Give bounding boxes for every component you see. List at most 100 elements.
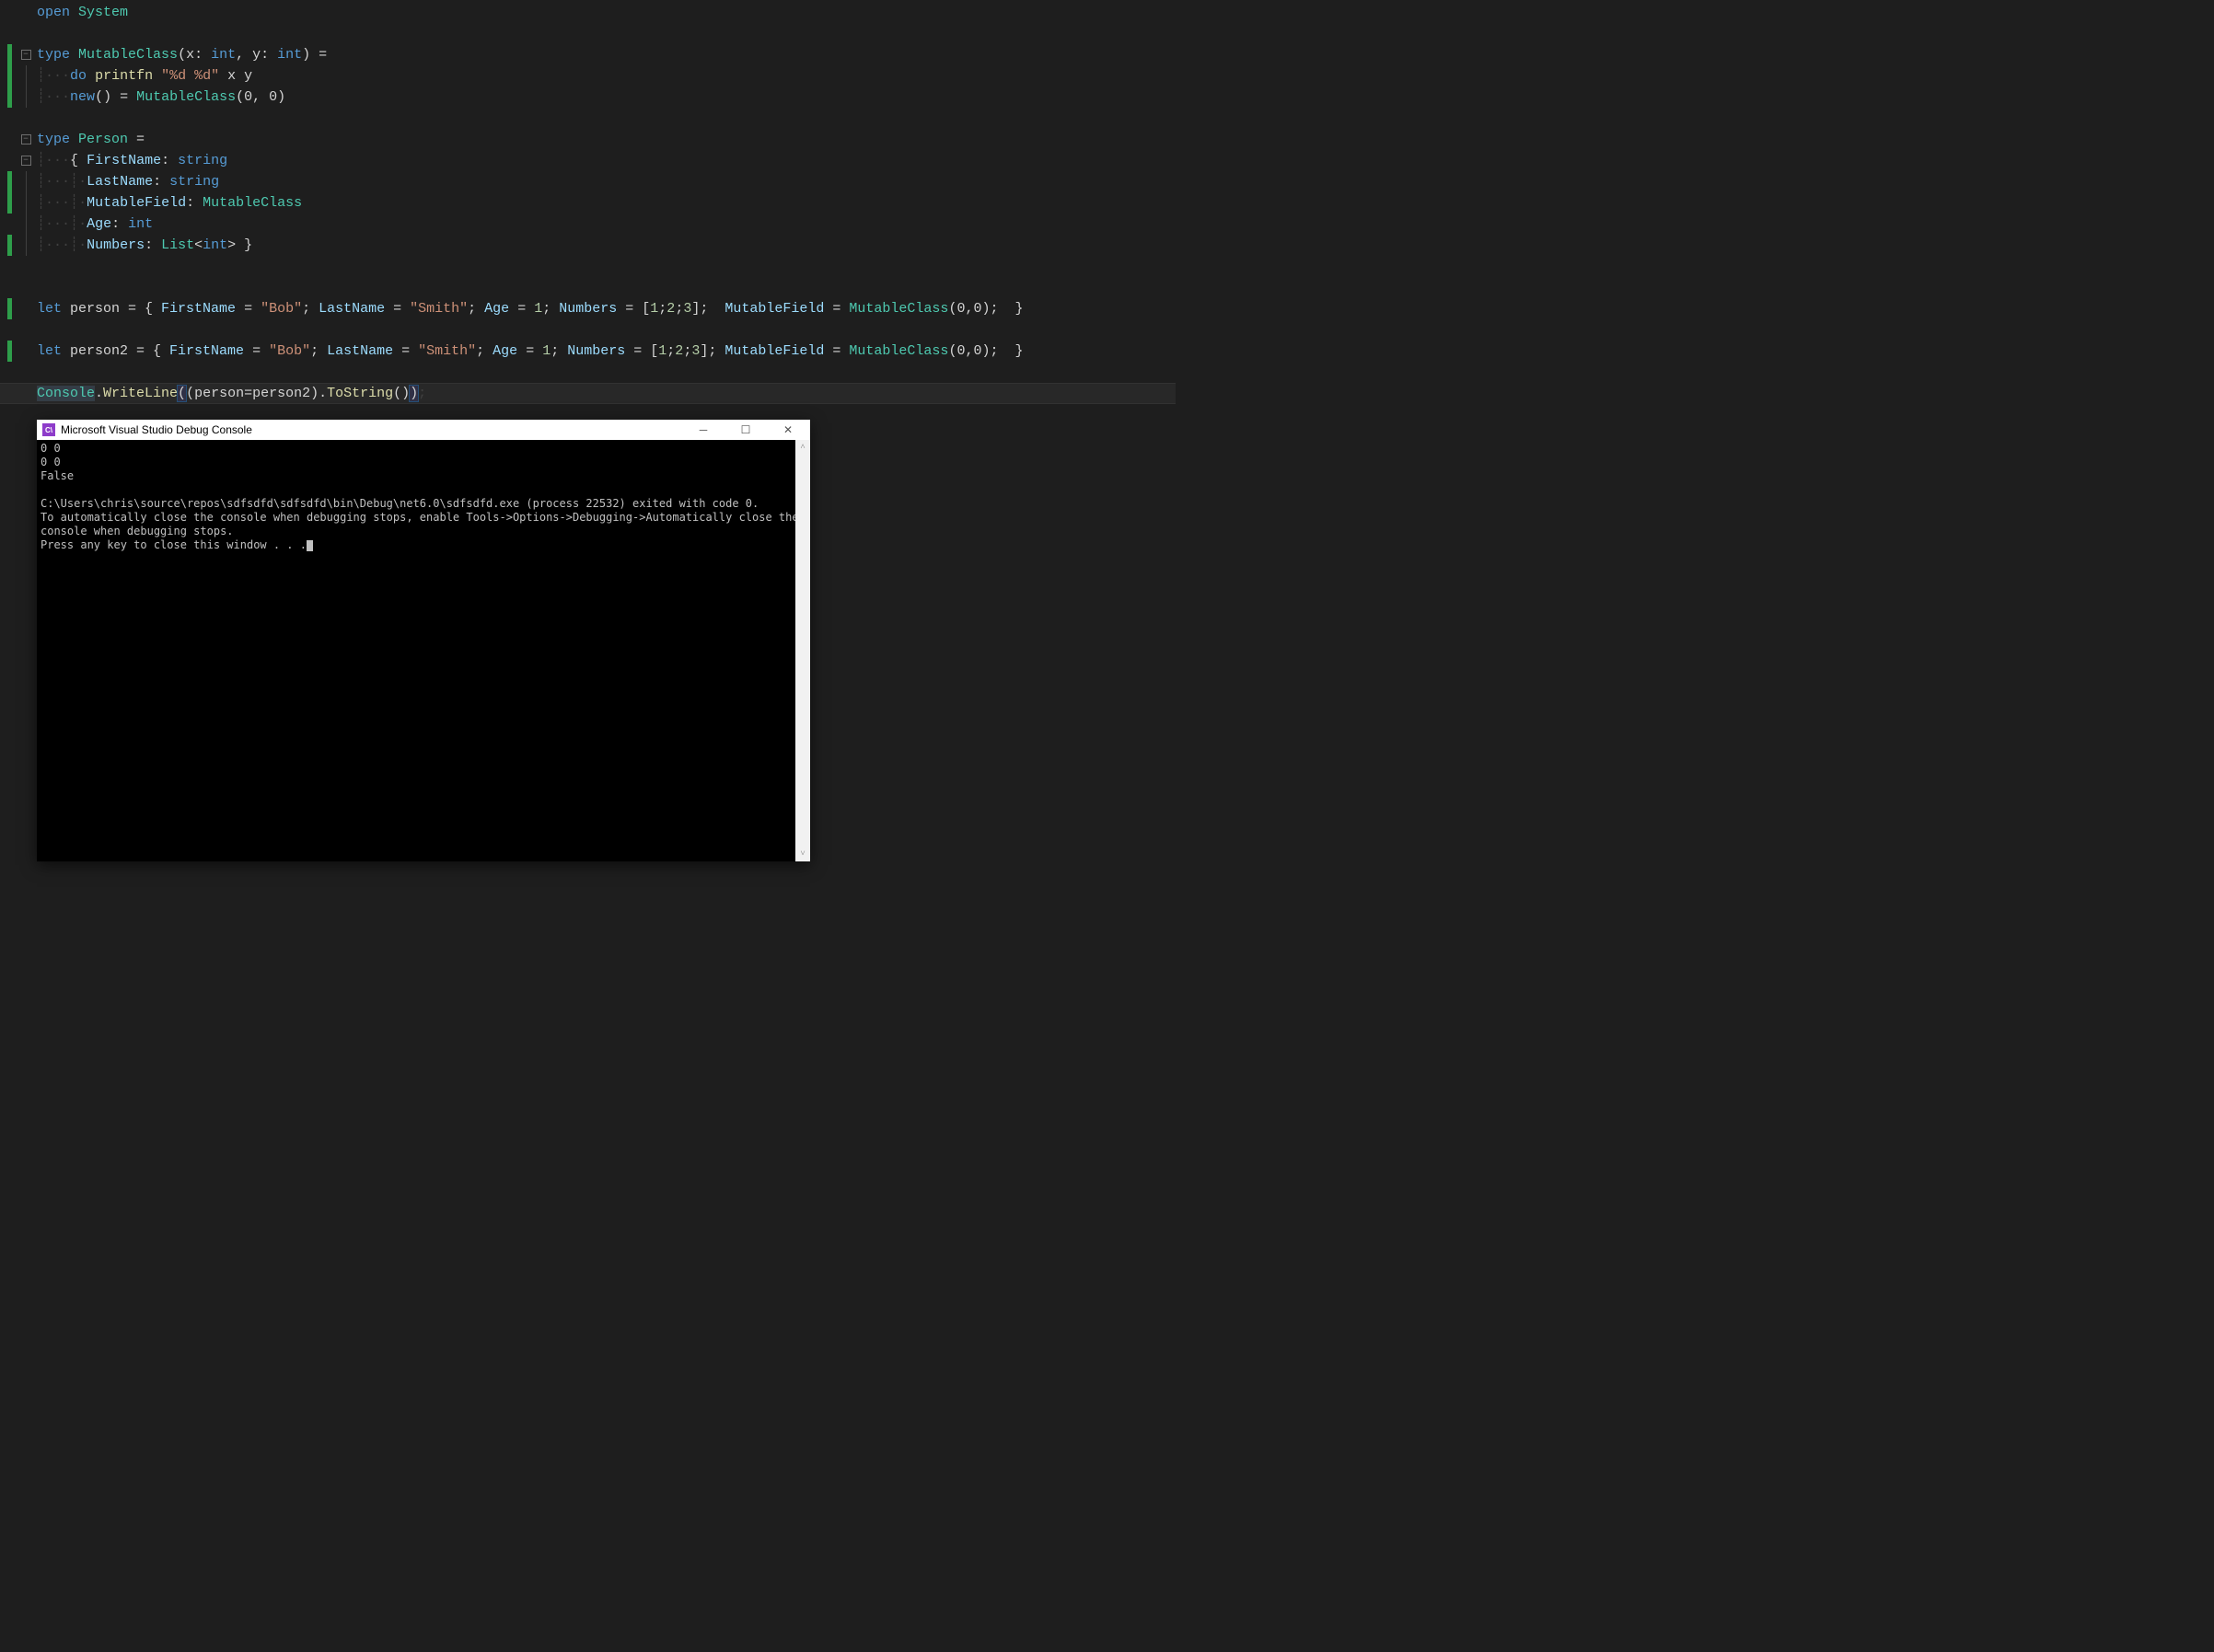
- keyword: int: [211, 47, 236, 63]
- change-marker: [7, 44, 12, 65]
- fold-guide: [26, 214, 27, 235]
- field-name: FirstName: [169, 343, 244, 359]
- code-line[interactable]: − type Person =: [0, 129, 1176, 150]
- change-marker: [7, 65, 12, 87]
- scroll-down-icon[interactable]: ˅: [795, 847, 810, 861]
- string-literal: "Bob": [261, 301, 302, 317]
- cursor: [307, 540, 313, 551]
- maximize-button[interactable]: ☐: [727, 420, 764, 440]
- code-line[interactable]: open System: [0, 2, 1176, 23]
- field-name: Numbers: [559, 301, 617, 317]
- code-text: ) =: [302, 47, 327, 63]
- scrollbar[interactable]: ˄ ˅: [795, 440, 810, 861]
- keyword: int: [277, 47, 302, 63]
- console-output[interactable]: ˄ ˅ 0 0 0 0 False C:\Users\chris\source\…: [37, 440, 810, 861]
- code-text: :: [111, 216, 128, 232]
- code-text: :: [153, 174, 169, 190]
- code-line[interactable]: − type MutableClass(x: int, y: int) =: [0, 44, 1176, 65]
- code-text: =: [244, 343, 269, 359]
- field-name: MutableField: [87, 195, 186, 211]
- close-button[interactable]: ✕: [770, 420, 806, 440]
- code-line[interactable]: ┊···┊·LastName: string: [0, 171, 1176, 192]
- code-line[interactable]: [0, 256, 1176, 277]
- code-line[interactable]: ┊···new() = MutableClass(0, 0): [0, 87, 1176, 108]
- code-text: person2 = {: [62, 343, 169, 359]
- number-literal: 1: [534, 301, 542, 317]
- code-text: ;: [675, 301, 683, 317]
- code-text: ;: [418, 386, 426, 401]
- console-titlebar[interactable]: C\ Microsoft Visual Studio Debug Console…: [37, 420, 810, 440]
- fold-minus-icon[interactable]: −: [21, 134, 31, 144]
- code-text: ;: [476, 343, 493, 359]
- code-text: (): [393, 386, 410, 401]
- type-name: MutableClass: [78, 47, 178, 63]
- change-marker: [7, 87, 12, 108]
- code-line[interactable]: ┊···┊·Numbers: List<int> }: [0, 235, 1176, 256]
- field-name: Age: [87, 216, 111, 232]
- field-name: LastName: [327, 343, 393, 359]
- code-line[interactable]: [0, 23, 1176, 44]
- debug-console-window[interactable]: C\ Microsoft Visual Studio Debug Console…: [37, 420, 810, 861]
- keyword: type: [37, 132, 70, 147]
- code-text: :: [145, 237, 161, 253]
- code-line[interactable]: [0, 362, 1176, 383]
- fold-guide: [26, 171, 27, 192]
- code-text: = [: [617, 301, 650, 317]
- code-text: =: [385, 301, 410, 317]
- change-marker: [7, 171, 12, 192]
- field-name: FirstName: [87, 153, 161, 168]
- number-literal: 1: [658, 343, 667, 359]
- number-literal: 2: [667, 301, 675, 317]
- code-line[interactable]: − ┊···{ FirstName: string: [0, 150, 1176, 171]
- function-name: WriteLine: [103, 386, 178, 401]
- field-name: LastName: [319, 301, 385, 317]
- code-line[interactable]: let person = { FirstName = "Bob"; LastNa…: [0, 298, 1176, 319]
- code-text: (x:: [178, 47, 211, 63]
- code-text: (person=person2): [186, 386, 319, 401]
- code-line[interactable]: [0, 319, 1176, 341]
- code-text: :: [161, 153, 178, 168]
- code-line[interactable]: ┊···┊·Age: int: [0, 214, 1176, 235]
- code-text: =: [824, 343, 849, 359]
- fold-minus-icon[interactable]: −: [21, 50, 31, 60]
- string-literal: "%d %d": [153, 68, 219, 84]
- code-text: ;: [551, 343, 567, 359]
- code-text: = [: [625, 343, 658, 359]
- code-text: (0,0); }: [948, 343, 1023, 359]
- fold-minus-icon[interactable]: −: [21, 156, 31, 166]
- field-name: LastName: [87, 174, 153, 190]
- type-name: List: [161, 237, 194, 253]
- code-text: ;: [310, 343, 327, 359]
- code-line[interactable]: ┊···do printfn "%d %d" x y: [0, 65, 1176, 87]
- code-text: ;: [302, 301, 319, 317]
- paren-match: ): [410, 386, 418, 401]
- keyword: open: [37, 5, 70, 20]
- current-line[interactable]: Console.WriteLine((person=person2).ToStr…: [0, 383, 1176, 404]
- code-text: <: [194, 237, 203, 253]
- code-line[interactable]: ┊···┊·MutableField: MutableClass: [0, 192, 1176, 214]
- code-editor[interactable]: open System − type MutableClass(x: int, …: [0, 0, 1176, 404]
- code-text: ;: [468, 301, 484, 317]
- field-name: Numbers: [567, 343, 625, 359]
- type-name: MutableClass: [203, 195, 302, 211]
- keyword: string: [169, 174, 219, 190]
- code-line[interactable]: [0, 108, 1176, 129]
- code-line[interactable]: [0, 277, 1176, 298]
- scroll-up-icon[interactable]: ˄: [795, 440, 810, 455]
- code-line[interactable]: let person2 = { FirstName = "Bob"; LastN…: [0, 341, 1176, 362]
- vs-icon: C\: [42, 423, 55, 436]
- type-name: Person: [78, 132, 128, 147]
- field-name: FirstName: [161, 301, 236, 317]
- code-text: x y: [219, 68, 252, 84]
- change-marker: [7, 341, 12, 362]
- code-text: =: [509, 301, 534, 317]
- change-marker: [7, 298, 12, 319]
- change-marker: [7, 235, 12, 256]
- code-text: ;: [667, 343, 675, 359]
- function-name: printfn: [95, 68, 153, 84]
- type-name: MutableClass: [849, 343, 948, 359]
- minimize-button[interactable]: ─: [685, 420, 722, 440]
- code-text: (0,0); }: [948, 301, 1023, 317]
- code-text: =: [393, 343, 418, 359]
- string-literal: "Smith": [418, 343, 476, 359]
